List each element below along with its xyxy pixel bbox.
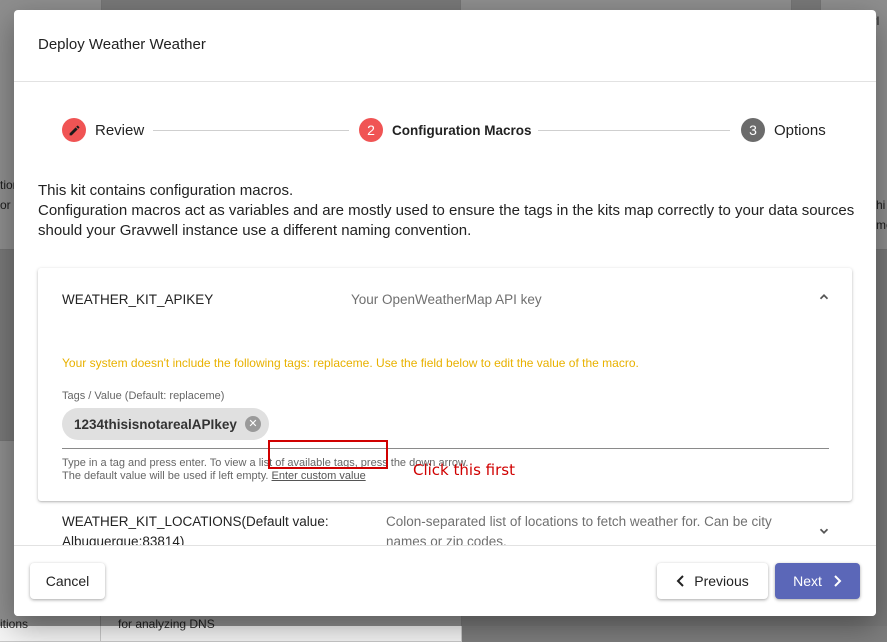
intro-line: Configuration macros act as variables an… — [38, 202, 855, 239]
step-label: Options — [774, 121, 826, 139]
tag-chip-value: 1234thisisnotarealAPIkey — [74, 416, 237, 432]
step-label: Configuration Macros — [392, 122, 532, 138]
chevron-down-icon[interactable] — [817, 524, 831, 541]
step-configuration-macros[interactable]: 2 Configuration Macros — [359, 118, 532, 142]
macro-name: WEATHER_KIT_LOCATIONS(Default value: Alb… — [62, 514, 329, 546]
deploy-kit-dialog: Deploy Weather Weather Review 2 Configur… — [14, 10, 876, 616]
stepper: Review 2 Configuration Macros 3 Options — [62, 118, 828, 144]
step-connector — [538, 130, 730, 131]
step-number: 2 — [359, 118, 383, 142]
chip-remove-icon[interactable]: ✕ — [245, 416, 261, 432]
next-button[interactable]: Next — [775, 563, 860, 599]
helper-text: Type in a tag and press enter. To view a… — [62, 457, 469, 469]
step-connector — [153, 130, 349, 131]
helper-text: The default value will be used if left e… — [62, 470, 366, 482]
dialog-title: Deploy Weather Weather — [38, 36, 206, 53]
tag-chip[interactable]: 1234thisisnotarealAPIkey ✕ — [62, 408, 269, 440]
previous-button[interactable]: Previous — [657, 563, 768, 599]
annotation-highlight-box — [268, 440, 388, 469]
helper-text-default: The default value will be used if left e… — [62, 470, 269, 482]
step-options[interactable]: 3 Options — [741, 118, 826, 142]
enter-custom-value-link[interactable]: Enter custom value — [272, 470, 366, 482]
tags-input[interactable] — [62, 448, 829, 449]
intro-text: This kit contains configuration macros. … — [38, 181, 856, 241]
chevron-left-icon — [676, 575, 686, 587]
step-review[interactable]: Review — [62, 118, 144, 142]
pencil-icon — [62, 118, 86, 142]
chevron-right-icon — [832, 575, 842, 587]
missing-tags-warning: Your system doesn't include the followin… — [62, 356, 639, 370]
macro-name: WEATHER_KIT_APIKEY — [62, 292, 214, 307]
dialog-footer: Cancel Previous Next — [14, 545, 876, 616]
dialog-header: Deploy Weather Weather — [14, 10, 876, 82]
macro-description: Your OpenWeatherMap API key — [351, 292, 542, 307]
tags-field-label: Tags / Value (Default: replaceme) — [62, 390, 225, 402]
annotation-note: Click this first — [413, 461, 515, 479]
previous-label: Previous — [694, 573, 749, 589]
step-label: Review — [95, 121, 145, 139]
macro-description: Colon-separated list of locations to fet… — [386, 514, 772, 546]
intro-line: This kit contains configuration macros. — [38, 182, 294, 199]
macro-panel-locations[interactable]: WEATHER_KIT_LOCATIONS(Default value: Alb… — [38, 506, 852, 546]
next-label: Next — [793, 573, 822, 589]
chevron-up-icon[interactable] — [817, 290, 831, 307]
cancel-button[interactable]: Cancel — [30, 563, 105, 599]
step-number: 3 — [741, 118, 765, 142]
